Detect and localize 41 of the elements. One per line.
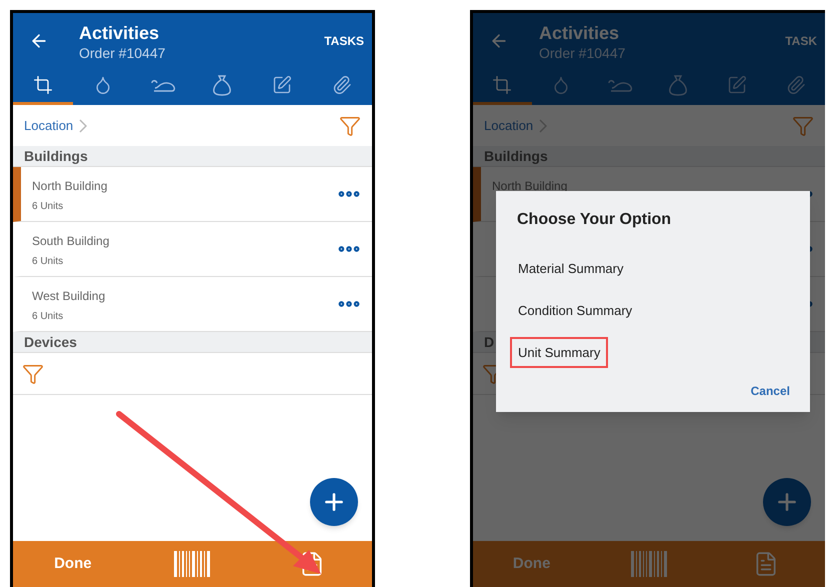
building-name: North Building bbox=[32, 178, 108, 195]
section-title: D bbox=[484, 332, 494, 352]
sack-icon bbox=[668, 74, 688, 96]
unit-count: 6 Units bbox=[32, 200, 64, 214]
building-name: South Building bbox=[32, 233, 110, 250]
screen-title: Activities bbox=[79, 22, 160, 44]
edit-icon bbox=[272, 75, 292, 95]
chevron-icon bbox=[539, 118, 548, 132]
section-title: Buildings bbox=[24, 146, 88, 166]
add-button[interactable] bbox=[763, 478, 811, 526]
paperclip-icon bbox=[332, 75, 352, 95]
crop-icon bbox=[492, 75, 512, 95]
dialog-option[interactable]: Condition Summary bbox=[510, 295, 640, 326]
unit-count: 6 Units bbox=[32, 310, 64, 324]
location-breadcrumb[interactable]: Location bbox=[24, 116, 74, 136]
building-name: West Building bbox=[32, 288, 106, 305]
barcode-icon[interactable] bbox=[630, 551, 667, 577]
building-name: North Building bbox=[492, 178, 568, 195]
rodent-icon bbox=[606, 77, 633, 93]
edit-icon bbox=[727, 75, 748, 95]
building-row[interactable]: South Building 6 Units bbox=[13, 222, 372, 277]
rodent-icon bbox=[150, 77, 176, 93]
sack-icon bbox=[212, 74, 232, 96]
dialog-option[interactable]: Material Summary bbox=[510, 253, 632, 284]
building-row[interactable]: North Building 6 Units bbox=[13, 167, 372, 222]
done-button[interactable]: Done bbox=[54, 552, 92, 576]
screen-title: Activities bbox=[539, 22, 620, 44]
dialog-option[interactable]: Unit Summary bbox=[510, 337, 608, 368]
section-title: Buildings bbox=[484, 146, 548, 166]
section-title: Devices bbox=[24, 332, 77, 352]
order-number: Order #10447 bbox=[79, 44, 166, 62]
chevron-icon bbox=[79, 118, 88, 132]
paperclip-icon bbox=[786, 75, 806, 95]
unit-count: 6 Units bbox=[32, 255, 64, 269]
tasks-button[interactable]: TASKS bbox=[324, 32, 372, 50]
order-number: Order #10447 bbox=[539, 44, 626, 62]
crop-icon bbox=[32, 75, 53, 95]
add-button[interactable] bbox=[310, 478, 358, 526]
cancel-button[interactable]: Cancel bbox=[750, 382, 790, 400]
barcode-icon[interactable] bbox=[174, 551, 210, 577]
dialog-title: Choose Your Option bbox=[516, 210, 672, 230]
